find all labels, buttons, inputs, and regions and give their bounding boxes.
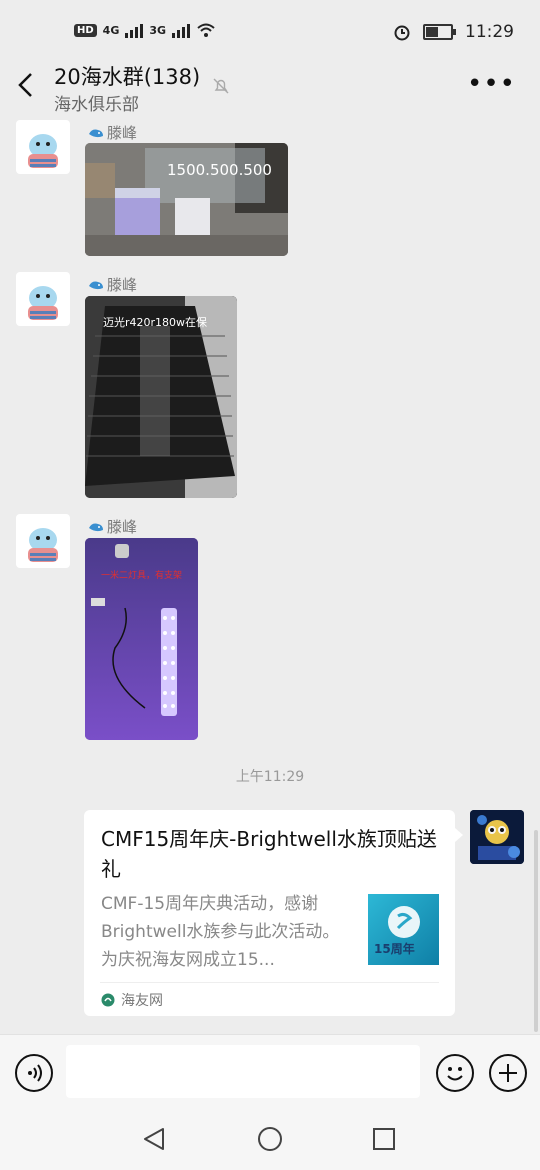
sender-label: 滕峰 <box>107 124 138 142</box>
image-caption: 1500.500.500 <box>167 161 272 179</box>
add-button[interactable] <box>489 1054 527 1092</box>
nav-home-icon[interactable] <box>257 1126 283 1152</box>
whale-icon <box>89 129 103 137</box>
sim1-label: 4G <box>102 23 120 37</box>
voice-button[interactable] <box>15 1054 53 1092</box>
image-message[interactable]: 迈光r420r180w在保 <box>85 296 237 498</box>
message-input[interactable] <box>66 1045 420 1098</box>
whale-icon <box>89 523 103 531</box>
scrollbar[interactable] <box>534 830 538 1032</box>
battery-icon <box>423 24 456 40</box>
voice-icon <box>28 1064 42 1082</box>
status-right: 11:29 <box>393 22 514 42</box>
emoji-button[interactable] <box>436 1054 474 1092</box>
back-button[interactable] <box>16 70 40 100</box>
sim2-label: 3G <box>149 23 167 37</box>
system-nav-bar <box>0 1110 540 1170</box>
sender-name: 滕峰 <box>88 122 137 143</box>
status-left: HD 4G 3G <box>74 22 216 38</box>
whale-icon <box>89 281 103 289</box>
card-source-label: 海友网 <box>121 993 163 1009</box>
sender-avatar[interactable] <box>16 514 70 568</box>
hd-badge: HD <box>74 23 97 37</box>
image-message[interactable]: 1500.500.500 <box>85 143 288 256</box>
card-description: CMF-15周年庆典活动，感谢Brightwell水族参与此次活动。为庆祝海友网… <box>101 894 340 970</box>
card-source: 海友网 <box>101 990 163 1010</box>
mute-icon <box>213 78 229 94</box>
card-thumbnail: 15周年 <box>368 894 439 965</box>
card-thumb-text: 15周年 <box>374 942 415 956</box>
status-bar: HD 4G 3G 11:29 <box>0 0 540 64</box>
chat-header: 20海水群(138) 海水俱乐部 ••• <box>0 56 540 118</box>
input-bar <box>0 1034 540 1111</box>
nav-recents-icon[interactable] <box>372 1127 396 1151</box>
source-logo-icon <box>101 993 115 1007</box>
page-title: 20海水群(138) <box>54 65 201 89</box>
plus-icon <box>499 1064 517 1082</box>
chat-timestamp: 上午11:29 <box>235 769 305 785</box>
sender-avatar[interactable] <box>16 272 70 326</box>
emoji-icon <box>447 1067 463 1081</box>
wifi-icon <box>197 23 215 37</box>
sender-avatar[interactable] <box>16 120 70 174</box>
sender-name: 滕峰 <box>88 274 137 295</box>
chevron-left-icon <box>18 73 32 97</box>
nav-back-icon[interactable] <box>141 1126 167 1152</box>
sender-name: 滕峰 <box>88 516 137 537</box>
signal-icon-2 <box>172 22 191 38</box>
image-message[interactable]: 一米二灯具，有支架 <box>85 538 198 740</box>
image-caption: 一米二灯具，有支架 <box>101 571 183 581</box>
signal-icon <box>125 22 144 38</box>
card-title: CMF15周年庆-Brightwell水族顶贴送礼 <box>101 827 437 881</box>
alarm-icon <box>394 25 410 41</box>
more-options-button[interactable]: ••• <box>467 71 516 97</box>
sender-label: 滕峰 <box>107 518 138 536</box>
sender-label: 滕峰 <box>107 276 138 294</box>
page-subtitle: 海水俱乐部 <box>54 95 139 115</box>
image-caption: 迈光r420r180w在保 <box>103 316 208 329</box>
my-avatar[interactable] <box>470 810 524 864</box>
link-card[interactable]: CMF15周年庆-Brightwell水族顶贴送礼 CMF-15周年庆典活动，感… <box>84 810 463 1016</box>
status-time: 11:29 <box>465 22 514 42</box>
card-divider <box>100 982 439 983</box>
